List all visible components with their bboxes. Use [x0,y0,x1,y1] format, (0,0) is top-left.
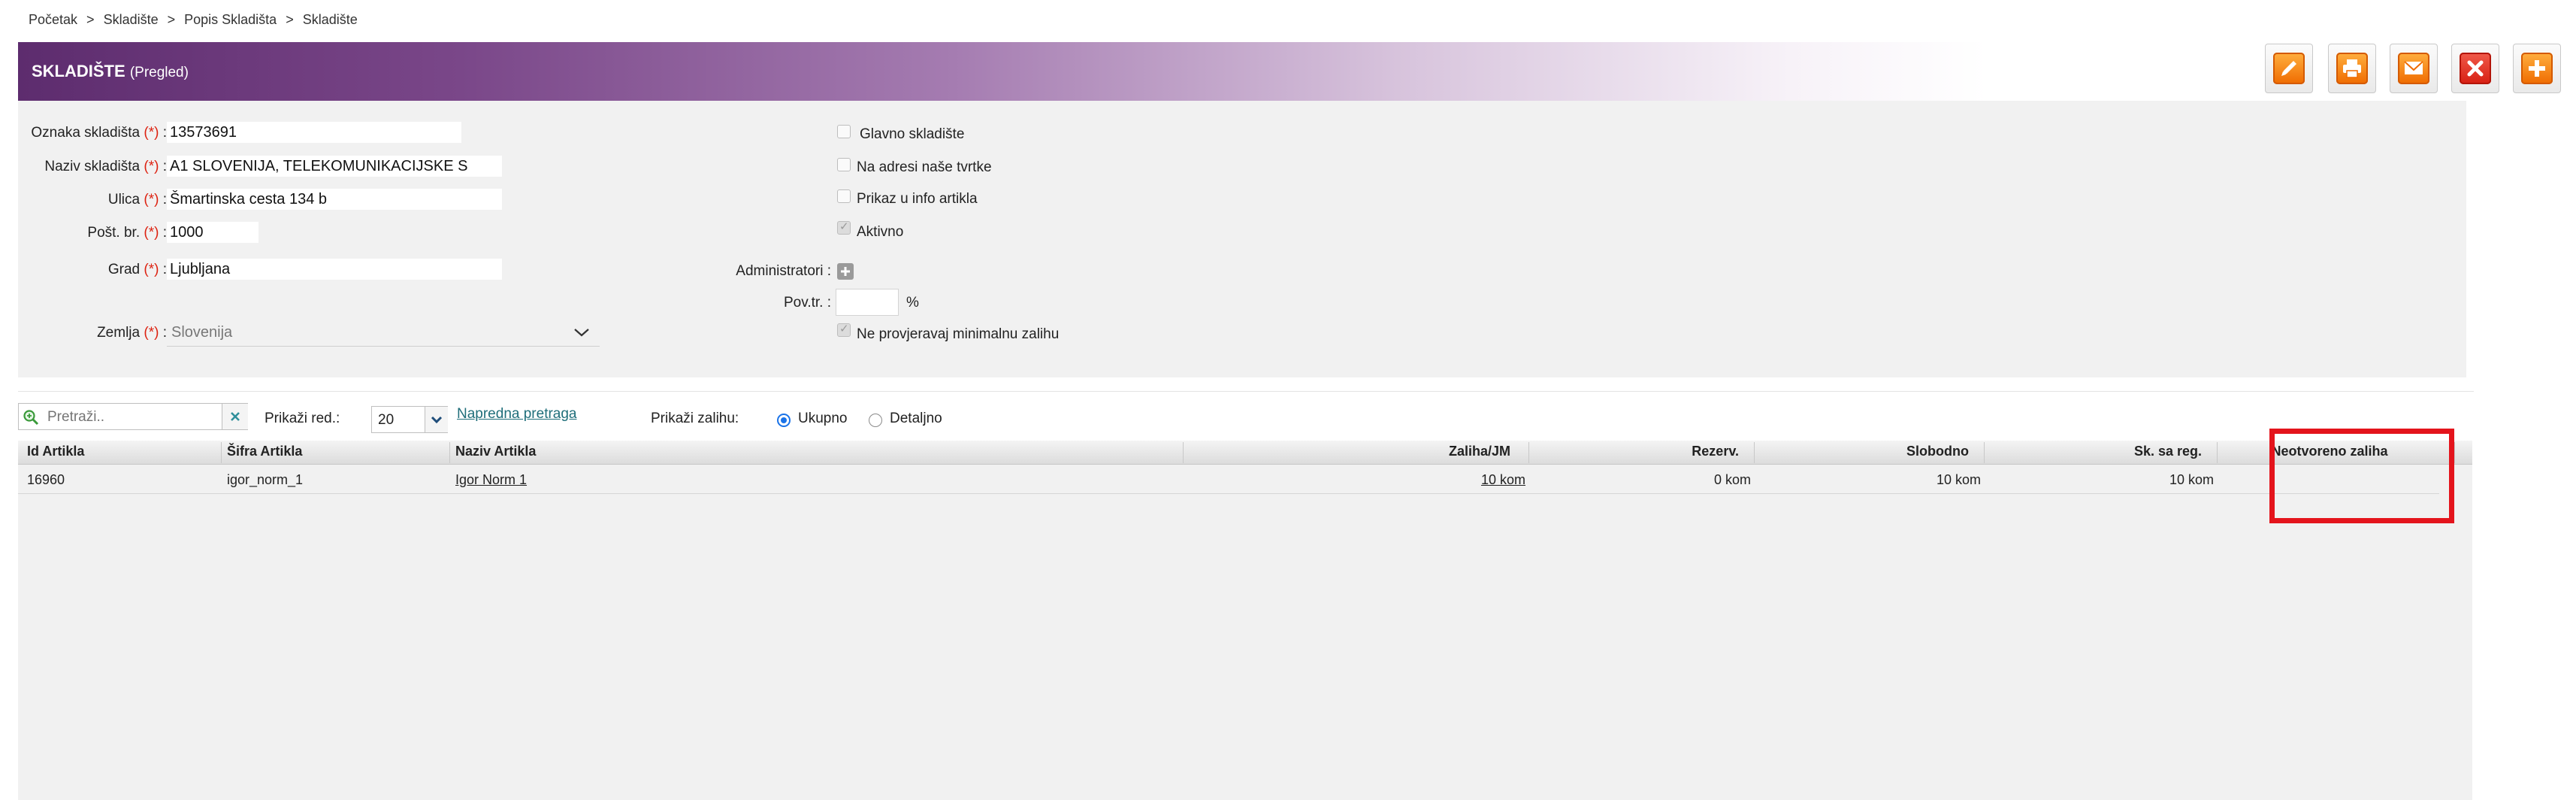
column-header-rezerv[interactable]: Rezerv. [1528,444,1739,459]
administratori-label: Administratori : [736,263,831,279]
highlight-box [2269,429,2454,523]
ulica-field[interactable]: Šmartinska cesta 134 b [167,189,502,210]
page-mode: (Pregled) [129,65,189,80]
label-text: Grad [107,262,141,277]
delete-button[interactable] [2451,44,2499,93]
glavno-label: Glavno skladište [860,126,965,142]
label-text: Zemlja [97,325,141,341]
cell-naziv-link[interactable]: Igor Norm 1 [455,472,527,488]
percent-label: % [906,295,919,311]
mail-button[interactable] [2390,44,2438,93]
cell-skreg: 10 kom [2169,472,2214,487]
print-icon [2343,59,2361,78]
label-text: Pošt. br. [87,225,141,241]
required-marker: (*) [144,262,159,277]
column-header-id[interactable]: Id Artikla [27,444,84,459]
label-oznaka: Oznaka skladišta (*) : [18,125,167,141]
breadcrumb-current: Skladište [302,12,358,27]
cell-slobodno: 10 kom [1936,472,1981,487]
prikaz-label: Prikaz u info artikla [857,191,978,207]
radio-detail[interactable] [869,414,882,427]
cell-zaliha-link[interactable]: 10 kom [1183,472,1525,488]
label-text: Ulica [107,192,141,208]
label-zemlja: Zemlja (*) : [18,325,167,341]
add-admin-button[interactable] [837,263,854,280]
search-input[interactable] [46,405,219,429]
cell-sifra: igor_norm_1 [227,472,304,487]
plus-icon [841,267,850,276]
breadcrumb-separator: > [286,12,294,27]
divider [18,391,2474,392]
column-header-zaliha[interactable]: Zaliha/JM [1183,444,1510,459]
radio-detail-label: Detaljno [890,411,942,426]
zemlja-select[interactable]: Slovenija [167,320,600,347]
advanced-search-link[interactable]: Napredna pretraga [457,406,577,423]
add-button[interactable] [2513,44,2561,93]
column-header-slobodno[interactable]: Slobodno [1754,444,1969,459]
adresa-checkbox[interactable] [837,158,851,171]
page-title-text: SKLADIŠTE [32,62,125,80]
radio-total-label: Ukupno [798,411,848,426]
edit-icon [2281,61,2296,76]
table-row-divider [18,493,2439,494]
column-header-naziv[interactable]: Naziv Artikla [455,444,536,459]
post-field[interactable]: 1000 [167,222,259,243]
glavno-checkbox[interactable] [837,125,851,138]
print-button[interactable] [2328,44,2376,93]
required-marker: (*) [144,159,159,174]
clear-search-button[interactable] [222,404,248,429]
column-header-skreg[interactable]: Sk. sa reg. [1984,444,2202,459]
label-ulica: Ulica (*) : [18,192,167,208]
breadcrumb-separator: > [167,12,176,27]
radio-total[interactable] [777,414,791,427]
aktivno-checkbox[interactable] [837,220,851,235]
label-post: Pošt. br. (*) : [18,225,167,241]
povtr-label: Pov.tr. : [783,295,831,311]
edit-button[interactable] [2265,44,2313,93]
breadcrumb-warehouse-list[interactable]: Popis Skladišta [184,12,277,27]
page-title: SKLADIŠTE (Pregled) [32,62,189,81]
required-marker: (*) [144,225,159,241]
add-icon [2529,60,2545,77]
page-header [18,42,2480,101]
stock-table [18,441,2472,800]
delete-icon [2467,60,2484,77]
prikaz-checkbox[interactable] [837,189,851,203]
aktivno-label: Aktivno [857,224,904,240]
label-text: Naziv skladišta [44,159,141,174]
label-text: Oznaka skladišta [31,125,141,141]
stock-label: Prikaži zalihu: [651,411,739,426]
required-marker: (*) [144,192,159,208]
chevron-down-icon [431,416,443,424]
grad-field[interactable]: Ljubljana [167,259,502,280]
chevron-down-icon [574,329,589,337]
required-marker: (*) [144,325,159,341]
cell-id: 16960 [27,472,65,487]
minimal-checkbox[interactable] [837,322,851,337]
required-marker: (*) [144,125,159,141]
cell-rezerv: 0 kom [1713,472,1751,487]
adresa-label: Na adresi naše tvrtke [857,159,992,175]
rows-value: 20 [378,412,395,428]
search-box [18,403,248,430]
label-grad: Grad (*) : [18,262,167,278]
search-icon[interactable] [22,408,40,426]
label-naziv: Naziv skladišta (*) : [18,159,167,175]
minimal-label: Ne provjeravaj minimalnu zalihu [857,326,1060,342]
naziv-field[interactable]: A1 SLOVENIJA, TELEKOMUNIKACIJSKE S [167,156,502,177]
column-header-sifra[interactable]: Šifra Artikla [227,444,302,459]
povtr-field[interactable] [836,289,899,316]
rows-label: Prikaži red.: [265,411,340,426]
breadcrumb-home[interactable]: Početak [29,12,77,27]
breadcrumb-warehouse[interactable]: Skladište [104,12,159,27]
oznaka-field[interactable]: 13573691 [167,122,461,143]
clear-icon [231,412,240,421]
rows-select[interactable]: 20 [371,406,448,433]
mail-icon [2404,61,2423,74]
breadcrumb: Početak > Skladište > Popis Skladišta > Skladi… [29,12,358,28]
breadcrumb-separator: > [86,12,95,27]
zemlja-value: Slovenija [171,324,233,341]
